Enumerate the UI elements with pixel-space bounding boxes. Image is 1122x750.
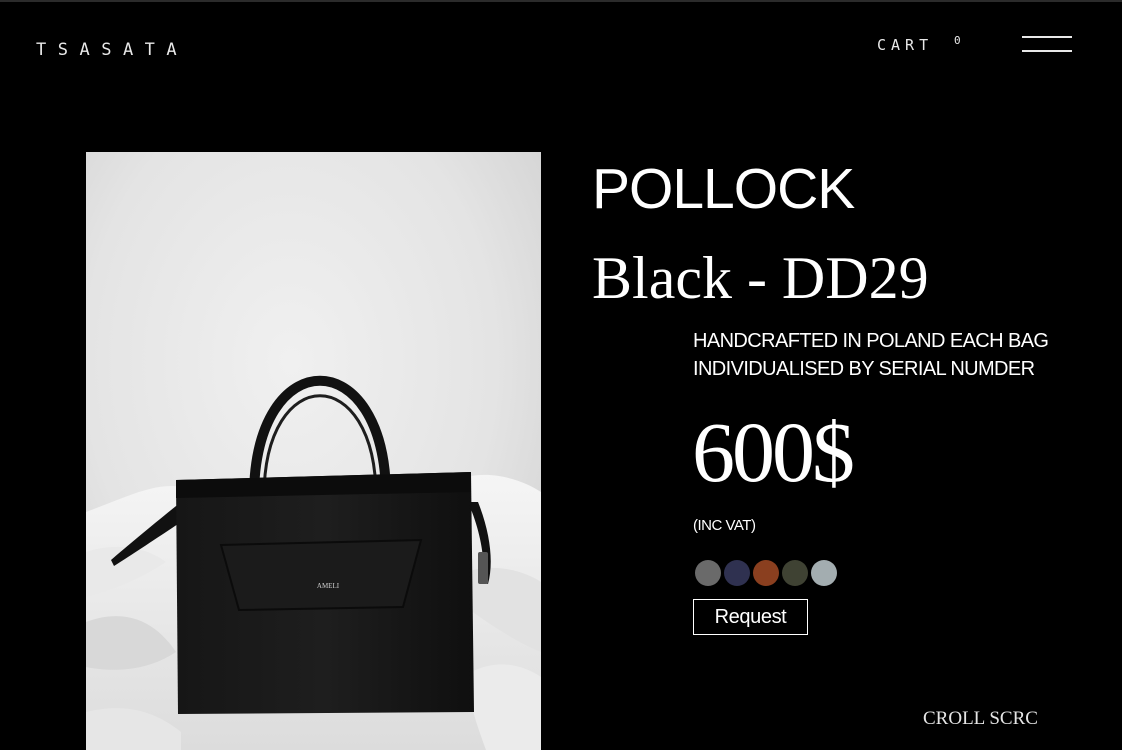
- cart-link[interactable]: CART: [877, 36, 933, 54]
- top-border: [0, 0, 1122, 2]
- vat-note: (INC VAT): [693, 517, 756, 534]
- product-variant: Black - DD29: [592, 245, 929, 311]
- bag-brand-mark: AMELI: [317, 582, 340, 590]
- request-button[interactable]: Request: [693, 599, 808, 635]
- product-image: AMELI: [86, 152, 541, 750]
- site-logo[interactable]: TSASATA: [36, 40, 188, 60]
- product-name: POLLOCK: [592, 157, 855, 221]
- hamburger-menu-icon[interactable]: [1022, 36, 1072, 56]
- color-swatch-olive[interactable]: [782, 560, 808, 586]
- color-swatches: [695, 560, 837, 586]
- menu-bar-bottom: [1022, 50, 1072, 52]
- color-swatch-silver[interactable]: [811, 560, 837, 586]
- cart-count-badge: 0: [954, 34, 961, 47]
- color-swatch-brown[interactable]: [753, 560, 779, 586]
- color-swatch-grey[interactable]: [695, 560, 721, 586]
- color-swatch-navy[interactable]: [724, 560, 750, 586]
- menu-bar-top: [1022, 36, 1072, 38]
- scroll-indicator: CROLL SCRC: [923, 708, 1038, 729]
- product-price: 600$: [692, 404, 855, 500]
- product-description: HANDCRAFTED IN POLAND EACH BAG INDIVIDUA…: [693, 330, 1049, 380]
